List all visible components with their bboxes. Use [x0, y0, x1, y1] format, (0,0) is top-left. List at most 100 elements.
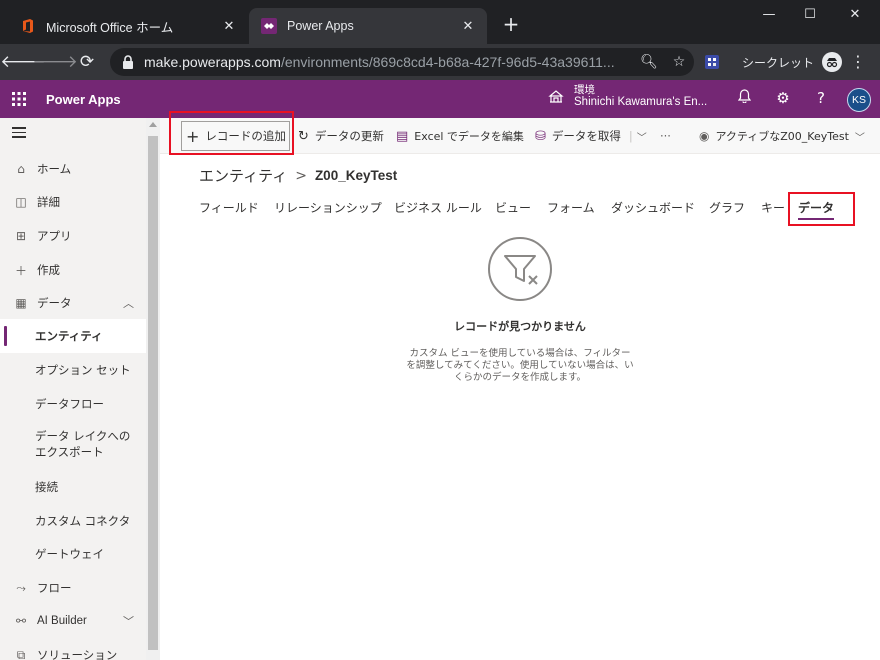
ai-builder-icon: ⚯ — [15, 614, 27, 628]
more-commands-icon[interactable]: ··· — [660, 118, 671, 154]
tab-views[interactable]: ビュー — [495, 198, 531, 220]
empty-state-line-3: くらかのデータを作成します。 — [453, 372, 587, 383]
browser-tab-title: Power Apps — [287, 19, 354, 33]
maximize-button[interactable]: ☐ — [795, 4, 825, 26]
empty-state-line-2: を調整してみてください。使用していない場合は、い — [406, 360, 634, 371]
book-icon: ◫ — [15, 195, 27, 209]
settings-gear-icon[interactable]: ⚙ — [773, 89, 793, 107]
refresh-label: データの更新 — [314, 129, 384, 143]
scroll-up-arrow[interactable] — [149, 122, 157, 127]
notifications-icon[interactable] — [734, 89, 754, 107]
get-data-button[interactable]: ⛁ データを取得 | ﹀ — [535, 118, 647, 154]
divider: | — [628, 129, 633, 143]
sidebar-item-label: オプション セット — [35, 363, 131, 377]
reload-button[interactable]: ⟳ — [76, 52, 98, 72]
sidebar-item-flows[interactable]: ⤳ フロー — [0, 577, 146, 599]
back-button[interactable]: 🡐 — [0, 52, 46, 72]
browser-tab-powerapps[interactable]: Power Apps ✕ — [249, 8, 487, 44]
tab-relationships[interactable]: リレーションシップ — [274, 198, 382, 220]
tab-fields[interactable]: フィールド — [199, 198, 259, 220]
chevron-down-icon: ﹀ — [123, 615, 134, 628]
user-avatar[interactable]: KS — [847, 88, 871, 112]
tab-keys[interactable]: キー — [761, 198, 785, 220]
sidebar-item-create[interactable]: ＋ 作成 — [0, 259, 146, 281]
sidebar-item-entities[interactable]: エンティティ — [0, 319, 146, 353]
sidebar-item-gateways[interactable]: ゲートウェイ — [0, 543, 146, 565]
bookmark-star-icon[interactable]: ☆ — [664, 54, 694, 70]
office-icon — [20, 18, 36, 34]
forward-button[interactable]: 🡒 — [32, 52, 78, 72]
empty-state-description: カスタム ビューを使用している場合は、フィルター を調整してみてください。使用し… — [396, 348, 644, 384]
sidebar-item-label: フロー — [37, 581, 72, 595]
app-launcher-icon[interactable] — [0, 80, 38, 118]
highlight-box-data-tab — [788, 192, 855, 226]
sidebar-item-custom-connectors[interactable]: カスタム コネクタ — [0, 510, 146, 532]
flow-icon: ⤳ — [16, 580, 26, 595]
screen: Microsoft Office ホーム ✕ Power Apps ✕ + — … — [0, 0, 880, 660]
sidebar-item-label: エンティティ — [35, 329, 103, 343]
tab-business-rules[interactable]: ビジネス ルール — [394, 198, 482, 220]
empty-filter-icon — [488, 237, 552, 301]
breadcrumb-parent[interactable]: エンティティ — [199, 165, 287, 186]
edit-in-excel-button[interactable]: ▤ Excel でデータを編集 — [396, 118, 524, 154]
sidebar-item-learn[interactable]: ◫ 詳細 — [0, 191, 146, 213]
browser-toolbar: 🡐 🡒 ⟳ make.powerapps.com/environments/86… — [0, 44, 880, 80]
hamburger-menu-icon[interactable] — [12, 127, 26, 141]
sidebar-item-label: AI Builder — [37, 615, 87, 627]
chevron-down-icon[interactable]: ﹀ — [637, 129, 647, 144]
window-close-button[interactable]: ✕ — [840, 4, 870, 26]
plus-icon: ＋ — [14, 263, 27, 278]
table-icon: ▦ — [15, 296, 27, 310]
tab-dashboards[interactable]: ダッシュボード — [611, 198, 695, 220]
close-icon[interactable]: ✕ — [459, 17, 477, 35]
sidebar-item-label: ホーム — [37, 162, 72, 176]
environment-label: 環境 — [574, 84, 595, 96]
extension-icon[interactable] — [704, 54, 720, 70]
new-tab-button[interactable]: + — [500, 14, 522, 34]
sidebar-item-solutions[interactable]: ⧉ ソリューション — [0, 644, 146, 660]
empty-state-line-1: カスタム ビューを使用している場合は、フィルター — [409, 348, 631, 359]
help-icon[interactable]: ? — [811, 89, 831, 107]
view-selector[interactable]: ◉ アクティブなZ00_KeyTest ﹀ — [699, 118, 865, 154]
sidebar-item-home[interactable]: ⌂ ホーム — [0, 158, 146, 180]
selection-indicator — [4, 326, 7, 346]
sidebar-item-label: 作成 — [37, 263, 60, 277]
tab-forms[interactable]: フォーム — [547, 198, 595, 220]
sidebar-item-label: アプリ — [37, 229, 72, 243]
minimize-button[interactable]: — — [754, 4, 784, 26]
excel-icon: ▤ — [396, 128, 409, 144]
sidebar-item-connections[interactable]: 接続 — [0, 476, 146, 498]
apps-icon: ⊞ — [15, 229, 27, 243]
breadcrumb: エンティティ > Z00_KeyTest — [199, 165, 397, 186]
incognito-label: シークレット — [742, 55, 815, 70]
sidebar-item-label: 詳細 — [37, 195, 60, 209]
tab-charts[interactable]: グラフ — [709, 198, 745, 220]
sidebar-item-option-sets[interactable]: オプション セット — [0, 359, 146, 381]
sidebar-item-label: データフロー — [35, 397, 104, 411]
sidebar-item-apps[interactable]: ⊞ アプリ — [0, 225, 146, 247]
address-bar[interactable]: make.powerapps.com/environments/869c8cd4… — [110, 48, 694, 76]
sidebar-scrollbar[interactable] — [146, 118, 160, 660]
environment-picker[interactable]: 環境 Shinichi Kawamura's En... — [548, 84, 707, 108]
lock-icon — [123, 55, 133, 69]
sidebar-item-dataflows[interactable]: データフロー — [0, 393, 146, 415]
incognito-icon — [822, 52, 843, 72]
sidebar-item-label: ソリューション — [37, 648, 118, 660]
incognito-indicator[interactable]: シークレット — [742, 50, 843, 74]
sidebar-item-ai-builder[interactable]: ⚯ AI Builder ﹀ — [0, 610, 146, 632]
browser-menu-icon[interactable]: ⋮ — [850, 52, 866, 71]
sidebar-item-label: カスタム コネクタ — [35, 514, 131, 528]
zoom-icon[interactable]: 🔍︎ — [634, 54, 664, 70]
refresh-data-button[interactable]: ↻ データの更新 — [298, 118, 384, 154]
browser-tab-office[interactable]: Microsoft Office ホーム ✕ — [8, 8, 248, 44]
powerapps-icon — [261, 18, 277, 34]
sidebar-item-data[interactable]: ▦ データ ︿ — [0, 292, 146, 314]
scrollbar-thumb[interactable] — [148, 136, 158, 650]
eye-icon: ◉ — [699, 129, 710, 143]
home-icon: ⌂ — [17, 162, 25, 176]
close-icon[interactable]: ✕ — [220, 17, 238, 35]
left-navigation: ⌂ ホーム ◫ 詳細 ⊞ アプリ ＋ 作成 ▦ データ ︿ エンティティ オプシ… — [0, 118, 160, 660]
view-selector-label: アクティブなZ00_KeyTest — [715, 130, 849, 143]
sidebar-item-export-to-data-lake[interactable]: データ レイクへのエクスポート — [0, 428, 146, 464]
app-title[interactable]: Power Apps — [46, 92, 121, 107]
